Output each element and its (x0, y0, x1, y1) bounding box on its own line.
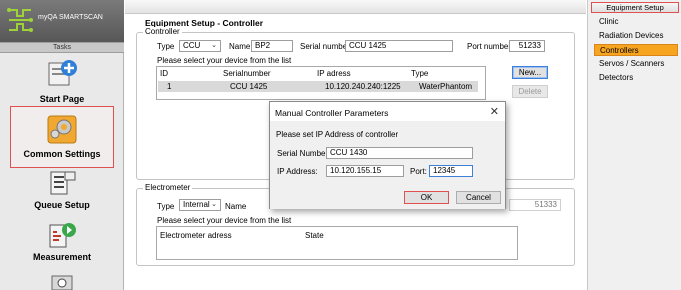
task-label: Measurement (32, 252, 92, 262)
electrometer-list[interactable]: Electrometer adress State (156, 226, 518, 260)
column-header-serialnumber: Serialnumber (223, 69, 271, 78)
dialog-instruction: Please set IP Address of controller (276, 130, 399, 139)
electrometer-select-device-hint: Please select your device from the list (157, 216, 292, 225)
row-serial: CCU 1425 (230, 82, 268, 91)
type-select[interactable]: CCU ⌄ (179, 40, 221, 52)
cancel-button[interactable]: Cancel (456, 191, 501, 204)
column-header-ip: IP adress (317, 69, 351, 78)
nav-item-servos-scanners[interactable]: Servos / Scanners (594, 58, 678, 70)
tasks-header: Tasks (0, 42, 124, 53)
manual-controller-dialog: Manual Controller Parameters ✕ Please se… (269, 101, 506, 209)
queue-icon (50, 171, 76, 195)
equipment-nav-panel: Equipment Setup Clinic Radiation Devices… (587, 0, 681, 290)
measurement-icon (49, 223, 76, 248)
task-common-settings[interactable]: Common Settings (10, 106, 114, 168)
chevron-down-icon: ⌄ (211, 201, 217, 208)
electrometer-name-label: Name (225, 202, 247, 211)
row-id: 1 (167, 82, 172, 91)
task-next-icon (51, 275, 73, 290)
delete-button[interactable]: Delete (512, 85, 548, 98)
serial-number-label: Serial number (300, 42, 350, 51)
electrometer-port-input[interactable]: 51333 (509, 199, 561, 211)
task-label: Queue Setup (34, 200, 90, 210)
dialog-body: Please set IP Address of controller Seri… (270, 121, 505, 189)
column-header-electrometer-address: Electrometer adress (160, 231, 232, 240)
brand-logo-icon (7, 8, 33, 32)
name-label: Name (229, 42, 251, 51)
dialog-port-input[interactable]: 12345 (429, 165, 473, 177)
nav-item-controllers[interactable]: Controllers (594, 44, 678, 56)
task-queue-setup[interactable]: Queue Setup (10, 170, 114, 214)
nav-item-radiation-devices[interactable]: Radiation Devices (594, 30, 678, 42)
electrometer-type-value: Internal (183, 200, 210, 209)
ok-button[interactable]: OK (404, 191, 449, 204)
dialog-serial-label: Serial Number: (277, 149, 331, 158)
electrometer-group-legend: Electrometer (143, 183, 193, 192)
brand-header: myQA SMARTSCAN (0, 0, 124, 42)
column-header-state: State (305, 231, 324, 240)
column-header-id: ID (160, 69, 168, 78)
serial-number-input[interactable]: CCU 1425 (345, 40, 453, 52)
controller-list[interactable]: ID Serialnumber IP adress Type 1 CCU 142… (156, 66, 486, 100)
dialog-footer: OK Cancel (270, 189, 505, 209)
dialog-title: Manual Controller Parameters (275, 108, 389, 118)
dialog-port-label: Port: (410, 167, 427, 176)
nav-item-clinic[interactable]: Clinic (594, 16, 678, 28)
select-device-hint: Please select your device from the list (157, 56, 292, 65)
name-input[interactable]: BP2 (251, 40, 293, 52)
type-select-value: CCU (183, 41, 201, 50)
row-type: WaterPhantom (419, 82, 473, 91)
type-label: Type (157, 42, 175, 51)
table-row[interactable]: 1 CCU 1425 10.120.240.240:1225 WaterPhan… (158, 81, 478, 92)
task-label: Common Settings (23, 149, 101, 159)
port-number-input[interactable]: 51233 (509, 40, 545, 52)
dialog-ip-input[interactable]: 10.120.155.15 (326, 165, 404, 177)
dialog-serial-input[interactable]: CCU 1430 (326, 147, 473, 159)
electrometer-type-select[interactable]: Internal ⌄ (179, 199, 221, 211)
chevron-down-icon: ⌄ (211, 42, 217, 49)
task-measurement[interactable]: Measurement (10, 220, 114, 266)
task-label: Start Page (39, 94, 85, 104)
start-page-icon (48, 60, 77, 86)
brand-name: myQA SMARTSCAN (38, 14, 103, 21)
main-header-bar (125, 0, 586, 14)
close-icon[interactable]: ✕ (490, 105, 499, 118)
port-number-label: Port number (467, 42, 512, 51)
dialog-ip-label: IP Address: (277, 167, 318, 176)
controller-group-legend: Controller (143, 27, 182, 36)
new-button[interactable]: New... (512, 66, 548, 79)
column-header-type: Type (411, 69, 429, 78)
row-ip: 10.120.240.240:1225 (325, 82, 401, 91)
electrometer-type-label: Type (157, 202, 175, 211)
task-start-page[interactable]: Start Page (10, 57, 114, 105)
equipment-setup-header[interactable]: Equipment Setup (591, 2, 679, 13)
tasks-sidebar: myQA SMARTSCAN Tasks Start Page Common S… (0, 0, 124, 290)
settings-icon (47, 115, 77, 144)
nav-item-detectors[interactable]: Detectors (594, 72, 678, 84)
